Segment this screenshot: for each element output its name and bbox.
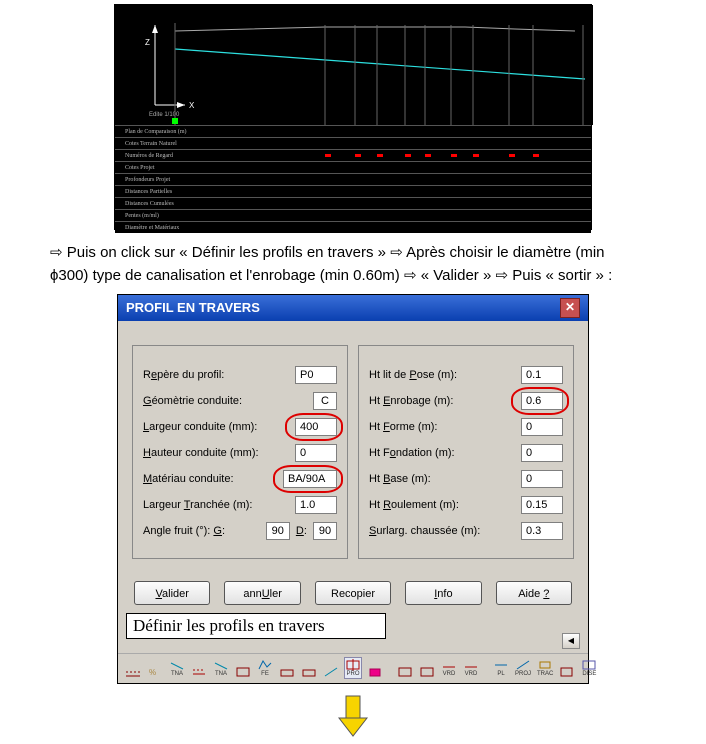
toolbar-icon[interactable]: VRD	[440, 657, 458, 679]
chart-row-4: Profondeurs Projet	[115, 173, 591, 185]
angle-g-input[interactable]	[266, 522, 290, 540]
angle-d-input[interactable]	[313, 522, 337, 540]
annuler-button[interactable]: annUler	[224, 581, 300, 605]
svg-text:X: X	[189, 101, 195, 110]
tranchee-input[interactable]	[295, 496, 337, 514]
instruction-line2: ϕ300) type de canalisation et l'enrobage…	[50, 267, 612, 284]
toolbar-icon[interactable]: FE	[256, 657, 274, 679]
geom-label: Géomètrie conduite:	[143, 395, 242, 407]
dialog-titlebar: PROFIL EN TRAVERS ✕	[118, 295, 588, 321]
chart-row-3: Cotes Projet	[115, 161, 591, 173]
chart-row-0: Plan de Comparaison (m)	[115, 125, 591, 137]
recopier-button[interactable]: Recopier	[315, 581, 391, 605]
toolbar-icon[interactable]: %	[146, 657, 164, 679]
angle-label: Angle fruit (°): G:	[143, 525, 225, 537]
toolbar-icon[interactable]: DISE	[580, 657, 598, 679]
toolbar-icon[interactable]	[396, 657, 414, 679]
enrob-label: Ht Enrobage (m):	[369, 395, 453, 407]
repere-label: Repère du profil:	[143, 369, 224, 381]
toolbar-icon[interactable]: TNA	[168, 657, 186, 679]
toolbar-icon[interactable]: PROJ	[514, 657, 532, 679]
roul-input[interactable]	[521, 496, 563, 514]
toolbar-icon[interactable]: VRD	[462, 657, 480, 679]
tranchee-label: Largeur Tranchée (m):	[143, 499, 252, 511]
toolbar-icon[interactable]	[190, 657, 208, 679]
valider-button[interactable]: Valider	[134, 581, 210, 605]
svg-text:Z: Z	[145, 38, 150, 47]
chart-row-2-label: Numéros de Regard	[125, 153, 173, 159]
toolbar-icon[interactable]	[558, 657, 576, 679]
toolbar-icon[interactable]	[322, 657, 340, 679]
pose-input[interactable]	[521, 366, 563, 384]
largeur-label: Largeur conduite (mm):	[143, 421, 257, 433]
info-button[interactable]: Info	[405, 581, 481, 605]
instruction-line1: ⇨ Puis on click sur « Définir les profil…	[50, 244, 605, 261]
scroll-right-button[interactable]: ◀	[562, 633, 580, 649]
geom-input[interactable]	[313, 392, 337, 410]
surl-label: Surlarg. chaussée (m):	[369, 525, 480, 537]
surl-input[interactable]	[521, 522, 563, 540]
chart-row-6: Distances Cumulées	[115, 197, 591, 209]
toolbar-icon[interactable]: TNA	[212, 657, 230, 679]
toolbar: % TNA TNA FE PRO VRD VRD PL PROJ TRAC DI…	[118, 653, 588, 683]
dialog-title: PROFIL EN TRAVERS	[126, 300, 260, 315]
down-arrow-icon	[335, 694, 371, 738]
roul-label: Ht Roulement (m):	[369, 499, 459, 511]
chart-row-8: Diamètre et Matériaux	[115, 221, 591, 233]
materiau-input[interactable]	[283, 470, 337, 488]
right-fieldset: Ht lit de Pose (m): Ht Enrobage (m): Ht …	[358, 345, 574, 559]
forme-label: Ht Forme (m):	[369, 421, 437, 433]
toolbar-icon[interactable]	[124, 657, 142, 679]
profile-chart-panel: Z X Edite 1/100	[114, 4, 592, 230]
profils-travers-label: Définir les profils en travers	[126, 613, 386, 639]
toolbar-icon[interactable]	[418, 657, 436, 679]
chart-row-2: Numéros de Regard	[115, 149, 591, 161]
toolbar-icon[interactable]	[234, 657, 252, 679]
instruction-text: ⇨ Puis on click sur « Définir les profil…	[0, 240, 706, 294]
hauteur-label: Hauteur conduite (mm):	[143, 447, 259, 459]
hauteur-conduite-input[interactable]	[295, 444, 337, 462]
fond-label: Ht Fondation (m):	[369, 447, 455, 459]
repere-input[interactable]	[295, 366, 337, 384]
base-input[interactable]	[521, 470, 563, 488]
base-label: Ht Base (m):	[369, 473, 431, 485]
chart-row-1: Cotes Terrain Naturel	[115, 137, 591, 149]
profil-travers-dialog: PROFIL EN TRAVERS ✕ Repère du profil: Gé…	[117, 294, 589, 684]
toolbar-icon[interactable]	[300, 657, 318, 679]
profile-chart: Z X Edite 1/100	[115, 5, 591, 229]
chart-row-5: Distances Partielles	[115, 185, 591, 197]
toolbar-icon[interactable]	[366, 657, 384, 679]
toolbar-icon[interactable]: TRAC	[536, 657, 554, 679]
fond-input[interactable]	[521, 444, 563, 462]
largeur-conduite-input[interactable]	[295, 418, 337, 436]
left-fieldset: Repère du profil: Géomètrie conduite: La…	[132, 345, 348, 559]
materiau-label: Matériau conduite:	[143, 473, 234, 485]
close-button[interactable]: ✕	[560, 298, 580, 318]
enrob-input[interactable]	[521, 392, 563, 410]
chart-row-7: Pentes (m/ml)	[115, 209, 591, 221]
pose-label: Ht lit de Pose (m):	[369, 369, 457, 381]
toolbar-icon[interactable]: PL	[492, 657, 510, 679]
toolbar-icon[interactable]	[278, 657, 296, 679]
forme-input[interactable]	[521, 418, 563, 436]
aide-button[interactable]: Aide ?	[496, 581, 572, 605]
toolbar-icon-pro-highlight[interactable]: PRO	[344, 657, 362, 679]
svg-text:%: %	[149, 668, 156, 677]
